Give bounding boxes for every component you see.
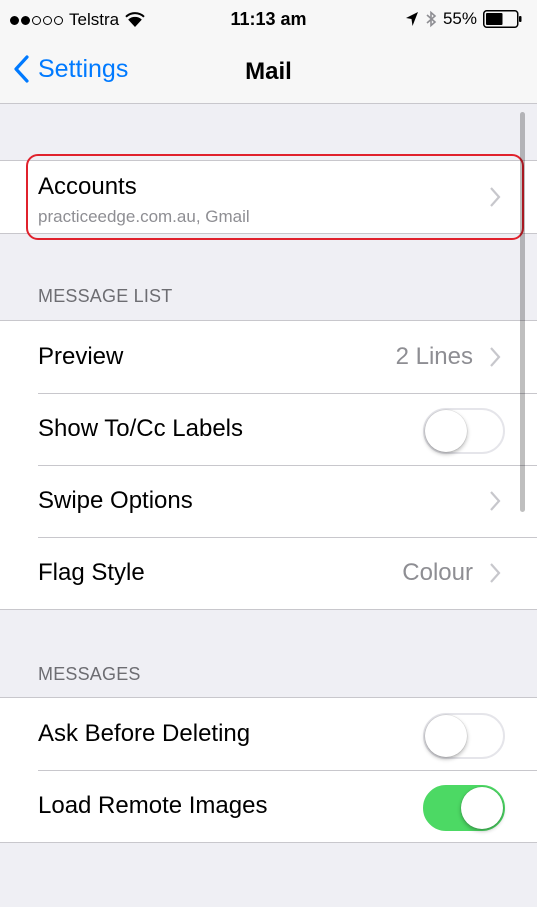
preview-row[interactable]: Preview 2 Lines — [0, 321, 537, 393]
ask-before-deleting-label: Ask Before Deleting — [38, 720, 251, 747]
ask-before-deleting-toggle[interactable] — [423, 713, 505, 759]
load-remote-images-toggle[interactable] — [423, 785, 505, 831]
page-title: Mail — [245, 58, 292, 85]
section-header-message-list: MESSAGE LIST — [38, 286, 173, 306]
flag-style-value: Colour — [402, 559, 473, 586]
load-remote-images-label: Load Remote Images — [38, 792, 268, 819]
toggle-knob — [461, 787, 503, 829]
preview-value: 2 Lines — [395, 343, 473, 370]
preview-label: Preview — [38, 343, 124, 370]
swipe-options-row[interactable]: Swipe Options — [0, 465, 537, 537]
section-header-messages: MESSAGES — [38, 664, 141, 684]
ask-before-deleting-row: Ask Before Deleting — [0, 698, 537, 770]
location-icon — [405, 12, 418, 26]
chevron-right-icon — [490, 347, 501, 367]
accounts-title: Accounts — [38, 173, 137, 200]
battery-icon — [483, 10, 522, 28]
battery-percent: 55% — [442, 9, 477, 28]
flag-style-row[interactable]: Flag Style Colour — [0, 537, 537, 609]
show-to-cc-row: Show To/Cc Labels — [0, 393, 537, 465]
status-bar: Telstra 11:13 am 55% — [0, 0, 537, 40]
status-right: 55% — [405, 9, 523, 29]
messages-group: Ask Before Deleting Load Remote Images — [0, 697, 537, 843]
show-to-cc-toggle[interactable] — [423, 408, 505, 454]
toggle-knob — [425, 410, 467, 452]
accounts-row[interactable]: Accounts practiceedge.com.au, Gmail — [0, 161, 537, 233]
chevron-right-icon — [490, 563, 501, 583]
chevron-right-icon — [490, 187, 501, 207]
accounts-subtitle: practiceedge.com.au, Gmail — [38, 207, 250, 226]
swipe-options-label: Swipe Options — [38, 487, 193, 514]
nav-bar: Settings Mail — [0, 40, 537, 104]
bluetooth-icon — [426, 10, 437, 28]
accounts-group: Accounts practiceedge.com.au, Gmail — [0, 160, 537, 234]
scrollbar[interactable] — [520, 112, 525, 512]
toggle-knob — [425, 715, 467, 757]
show-to-cc-label: Show To/Cc Labels — [38, 415, 244, 442]
chevron-right-icon — [490, 491, 501, 511]
message-list-group: Preview 2 Lines Show To/Cc Labels Swipe … — [0, 320, 537, 610]
load-remote-images-row: Load Remote Images — [0, 770, 537, 842]
flag-style-label: Flag Style — [38, 559, 145, 586]
